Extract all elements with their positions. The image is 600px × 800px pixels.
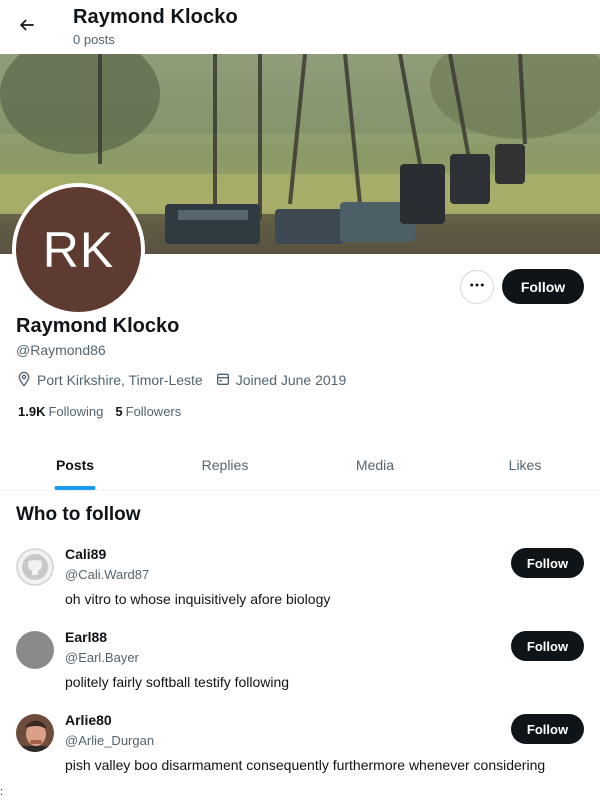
follow-button[interactable]: Follow	[502, 269, 584, 304]
join-date-text: Joined June 2019	[235, 372, 347, 388]
suggested-user[interactable]: Cali89 @Cali.Ward87 oh vitro to whose in…	[0, 546, 600, 628]
user-avatar	[16, 714, 54, 752]
location-pin-icon	[16, 371, 37, 390]
stray-text: :	[0, 786, 4, 798]
profile-avatar[interactable]: RK	[12, 183, 145, 316]
user-bio: pish valley boo disarmament consequently…	[65, 757, 546, 773]
user-bio: politely fairly softball testify followi…	[65, 674, 290, 690]
tab-media[interactable]: Media	[300, 440, 450, 490]
active-tab-indicator	[54, 486, 96, 490]
top-bar: Raymond Klocko 0 posts	[0, 0, 600, 53]
user-handle: @Arlie_Durgan	[65, 733, 155, 748]
user-name: Arlie80	[65, 712, 112, 728]
location: Port Kirkshire, Timor-Leste	[16, 371, 203, 390]
suggested-user[interactable]: Earl88 @Earl.Bayer politely fairly softb…	[0, 629, 600, 711]
tab-label: Likes	[508, 457, 542, 473]
tab-label: Replies	[201, 457, 249, 473]
tab-label: Media	[355, 457, 395, 473]
tab-replies[interactable]: Replies	[150, 440, 300, 490]
followers-link[interactable]: 5 Followers	[115, 404, 181, 419]
more-options-button[interactable]	[460, 270, 494, 304]
follow-stats: 1.9K Following 5 Followers	[18, 404, 193, 419]
tab-likes[interactable]: Likes	[450, 440, 600, 490]
more-horizontal-icon	[468, 276, 486, 299]
arrow-left-icon	[17, 15, 37, 40]
follow-button[interactable]: Follow	[511, 631, 584, 661]
header-post-count: 0 posts	[73, 32, 115, 47]
location-text: Port Kirkshire, Timor-Leste	[37, 372, 203, 388]
tab-label: Posts	[55, 457, 95, 473]
user-handle: @Cali.Ward87	[65, 567, 150, 582]
back-button[interactable]	[12, 10, 42, 44]
user-bio: oh vitro to whose inquisitively afore bi…	[65, 591, 331, 607]
profile-page: Raymond Klocko 0 posts RK Follow Raymond…	[0, 0, 600, 800]
join-date: Joined June 2019	[215, 371, 347, 390]
user-photo	[16, 714, 54, 752]
profile-meta: Port Kirkshire, Timor-Leste Joined June …	[16, 370, 358, 390]
suggested-user[interactable]: Arlie80 @Arlie_Durgan pish valley boo di…	[0, 712, 600, 794]
who-to-follow-title: Who to follow	[16, 504, 141, 525]
user-name: Earl88	[65, 629, 108, 645]
profile-name: Raymond Klocko	[16, 315, 180, 337]
user-avatar	[16, 631, 54, 669]
following-count: 1.9K	[18, 404, 46, 419]
avatar-initials: RK	[42, 221, 115, 278]
user-handle: @Earl.Bayer	[65, 650, 139, 665]
github-octocat-icon	[16, 548, 54, 586]
user-avatar	[16, 548, 54, 586]
profile-handle: @Raymond86	[16, 342, 106, 358]
following-label: Following	[48, 404, 104, 419]
followers-count: 5	[115, 404, 123, 419]
header-title: Raymond Klocko	[73, 6, 238, 28]
following-link[interactable]: 1.9K Following	[18, 404, 103, 419]
follow-button[interactable]: Follow	[511, 714, 584, 744]
tab-posts[interactable]: Posts	[0, 440, 150, 490]
profile-tabs: Posts Replies Media Likes	[0, 440, 600, 491]
calendar-icon	[215, 371, 236, 390]
followers-label: Followers	[125, 404, 182, 419]
user-name: Cali89	[65, 546, 107, 562]
follow-button[interactable]: Follow	[511, 548, 584, 578]
